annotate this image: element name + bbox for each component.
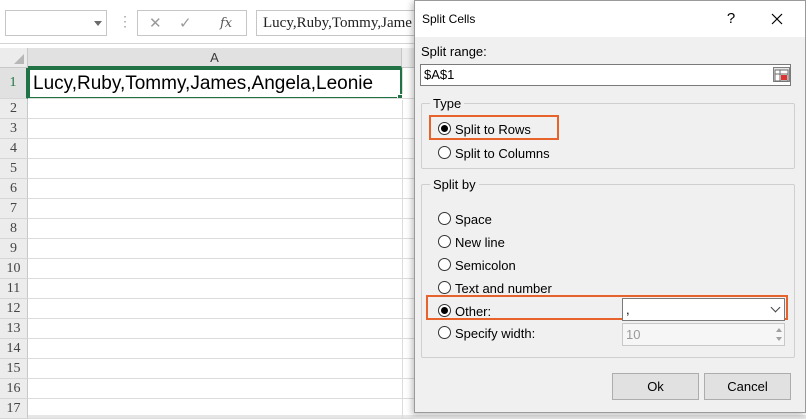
cancel-edit-icon[interactable]: ✕ — [149, 14, 162, 32]
row-header[interactable]: 5 — [0, 159, 28, 179]
specify-width-spinner[interactable]: 10 — [622, 323, 785, 346]
row-gridline — [28, 138, 414, 139]
row-gridline — [28, 378, 414, 379]
row-header[interactable]: 15 — [0, 359, 28, 379]
specify-width-label[interactable]: Specify width: — [455, 326, 535, 341]
close-icon — [771, 13, 783, 25]
row-gridline — [28, 178, 414, 179]
other-label[interactable]: Other: — [455, 304, 491, 319]
other-radio[interactable] — [438, 304, 451, 317]
spin-up-icon[interactable] — [776, 328, 782, 332]
ok-button[interactable]: Ok — [612, 373, 699, 400]
semicolon-radio[interactable] — [438, 258, 451, 271]
insert-function-icon[interactable]: fx — [220, 16, 232, 31]
confirm-edit-icon[interactable]: ✓ — [179, 14, 192, 32]
range-selector-button[interactable] — [773, 67, 790, 82]
other-delimiter-combobox[interactable]: , — [622, 298, 785, 321]
row-header[interactable]: 9 — [0, 239, 28, 259]
row-header[interactable]: 17 — [0, 399, 28, 419]
row-gridline — [28, 338, 414, 339]
row-gridline — [28, 398, 414, 399]
split-range-label: Split range: — [421, 44, 487, 59]
range-picker-icon — [774, 69, 789, 82]
row-header[interactable]: 13 — [0, 319, 28, 339]
row-header[interactable]: 12 — [0, 299, 28, 319]
text-and-number-radio[interactable] — [438, 281, 451, 294]
formula-input[interactable]: Lucy,Ruby,Tommy,Jame — [256, 10, 426, 36]
dialog-title: Split Cells — [422, 12, 476, 26]
row-gridline — [28, 298, 414, 299]
row-gridline — [28, 218, 414, 219]
new-line-radio[interactable] — [438, 235, 451, 248]
row-gridline — [28, 158, 414, 159]
row-header[interactable]: 16 — [0, 379, 28, 399]
space-label[interactable]: Space — [455, 212, 492, 227]
semicolon-label[interactable]: Semicolon — [455, 258, 516, 273]
dialog-titlebar: Split Cells ? — [415, 1, 805, 37]
split-to-columns-label[interactable]: Split to Columns — [455, 146, 550, 161]
row-header[interactable]: 3 — [0, 119, 28, 139]
fill-handle[interactable] — [397, 94, 403, 100]
row-header[interactable]: 6 — [0, 179, 28, 199]
select-all-corner[interactable] — [0, 48, 28, 68]
row-header[interactable]: 11 — [0, 279, 28, 299]
row-gridline — [28, 98, 414, 99]
help-button[interactable]: ? — [721, 9, 741, 29]
name-box[interactable] — [5, 10, 107, 36]
space-radio[interactable] — [438, 212, 451, 225]
cell-a1[interactable]: Lucy,Ruby,Tommy,James,Angela,Leonie — [28, 68, 402, 99]
column-gridline — [402, 68, 403, 418]
row-gridline — [28, 278, 414, 279]
row-header[interactable]: 14 — [0, 339, 28, 359]
split-to-columns-radio[interactable] — [438, 146, 451, 159]
row-header[interactable]: 2 — [0, 99, 28, 119]
split-to-rows-radio[interactable] — [438, 122, 451, 135]
row-gridline — [28, 258, 414, 259]
split-by-group-title: Split by — [430, 177, 479, 192]
split-range-input[interactable]: $A$1 — [420, 64, 791, 86]
select-all-icon — [14, 54, 24, 64]
row-gridline — [28, 318, 414, 319]
split-range-value: $A$1 — [424, 67, 455, 82]
formula-bar-buttons: ✕ ✓ fx — [137, 10, 247, 36]
row-header[interactable]: 1 — [0, 68, 28, 99]
row-header[interactable]: 4 — [0, 139, 28, 159]
row-header[interactable]: 7 — [0, 199, 28, 219]
chevron-down-icon[interactable] — [94, 21, 102, 26]
split-cells-dialog: Split Cells ? Split range: $A$1 Type Spl… — [414, 0, 806, 413]
close-button[interactable] — [765, 7, 789, 31]
specify-width-value: 10 — [626, 327, 641, 342]
chevron-down-icon[interactable] — [770, 302, 781, 313]
cancel-button[interactable]: Cancel — [704, 373, 791, 400]
formula-bar-grip-icon: ⋮ — [118, 13, 132, 29]
row-header[interactable]: 10 — [0, 259, 28, 279]
specify-width-radio[interactable] — [438, 326, 451, 339]
spin-down-icon[interactable] — [776, 337, 782, 341]
split-to-rows-label[interactable]: Split to Rows — [455, 122, 531, 137]
row-header[interactable]: 8 — [0, 219, 28, 239]
new-line-label[interactable]: New line — [455, 235, 505, 250]
text-and-number-label[interactable]: Text and number — [455, 281, 552, 296]
row-gridline — [28, 118, 414, 119]
row-gridline — [28, 198, 414, 199]
row-gridline — [28, 238, 414, 239]
column-header-a[interactable]: A — [28, 48, 402, 68]
type-group-title: Type — [430, 96, 465, 111]
row-gridline — [28, 358, 414, 359]
other-delimiter-value: , — [626, 302, 630, 317]
